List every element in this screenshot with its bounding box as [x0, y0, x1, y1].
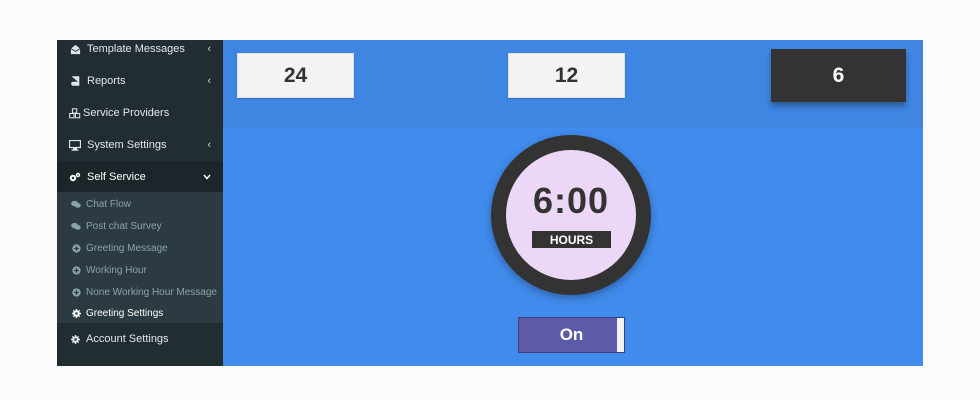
sidebar-subitem-label: Greeting Settings	[86, 307, 164, 319]
self-service-submenu: Chat Flow Post chat Survey Greeting Mess…	[57, 192, 223, 323]
cogs-icon	[69, 171, 81, 183]
sidebar-item-label: System Settings	[87, 139, 167, 151]
comments-icon	[71, 199, 81, 209]
chevron-left-icon: ‹	[207, 75, 211, 87]
sidebar-subitem-none-working-hour-message[interactable]: None Working Hour Message	[57, 281, 223, 303]
sidebar-item-system-settings[interactable]: System Settings ‹	[57, 129, 223, 161]
clock-unit-label: HOURS	[532, 231, 611, 248]
hour-option-6-button[interactable]: 6	[771, 49, 906, 102]
gear-icon	[71, 308, 81, 318]
toggle-knob[interactable]	[617, 318, 624, 352]
sidebar-subitem-label: Post chat Survey	[86, 220, 162, 232]
sidebar-item-label: Account Settings	[86, 333, 169, 345]
cubes-icon	[69, 107, 81, 119]
sidebar-item-label: Reports	[87, 75, 126, 87]
sidebar-item-service-providers[interactable]: Service Providers	[57, 97, 223, 129]
chevron-left-icon: ‹	[207, 43, 211, 55]
sidebar-subitem-greeting-settings[interactable]: Greeting Settings	[57, 302, 223, 324]
plus-circle-icon	[71, 265, 81, 275]
sidebar-subitem-post-chat-survey[interactable]: Post chat Survey	[57, 215, 223, 237]
clock-time: 6:00	[532, 180, 610, 221]
plus-circle-icon	[71, 287, 81, 297]
sidebar-item-account-settings[interactable]: Account Settings	[57, 323, 223, 355]
clock-face: 6:00 HOURS	[506, 150, 636, 280]
sidebar-subitem-greeting-message[interactable]: Greeting Message	[57, 237, 223, 259]
envelope-open-icon	[69, 43, 81, 55]
sidebar-item-reports[interactable]: Reports ‹	[57, 65, 223, 97]
sidebar-subitem-label: None Working Hour Message	[86, 286, 217, 298]
sidebar-subitem-label: Chat Flow	[86, 198, 132, 210]
hour-options-band: 24 12 6	[223, 40, 923, 128]
sidebar: Template Messages ‹ Reports ‹ Service Pr…	[57, 40, 223, 366]
comments-icon	[71, 221, 81, 231]
clock-display: 6:00 HOURS	[491, 135, 651, 295]
desktop-icon	[69, 139, 81, 151]
sidebar-item-label: Service Providers	[83, 107, 170, 119]
on-off-toggle[interactable]: On	[518, 317, 625, 353]
sidebar-subitem-chat-flow[interactable]: Chat Flow	[57, 193, 223, 215]
toggle-label: On	[559, 325, 584, 344]
sidebar-subitem-label: Working Hour	[86, 264, 147, 276]
book-icon	[69, 75, 81, 87]
hour-option-12-button[interactable]: 12	[508, 53, 625, 98]
sidebar-item-self-service[interactable]: Self Service	[57, 161, 223, 193]
hour-option-24-button[interactable]: 24	[237, 53, 354, 98]
gear-icon	[69, 333, 81, 345]
plus-circle-icon	[71, 243, 81, 253]
sidebar-subitem-working-hour[interactable]: Working Hour	[57, 259, 223, 281]
chevron-down-icon	[203, 171, 211, 183]
sidebar-subitem-label: Greeting Message	[86, 242, 168, 254]
main-panel: 24 12 6 6:00 HOURS On	[223, 40, 923, 366]
sidebar-item-label: Self Service	[87, 171, 146, 183]
sidebar-item-label: Template Messages	[87, 43, 185, 55]
sidebar-item-template-messages[interactable]: Template Messages ‹	[57, 40, 223, 58]
chevron-left-icon: ‹	[207, 139, 211, 151]
